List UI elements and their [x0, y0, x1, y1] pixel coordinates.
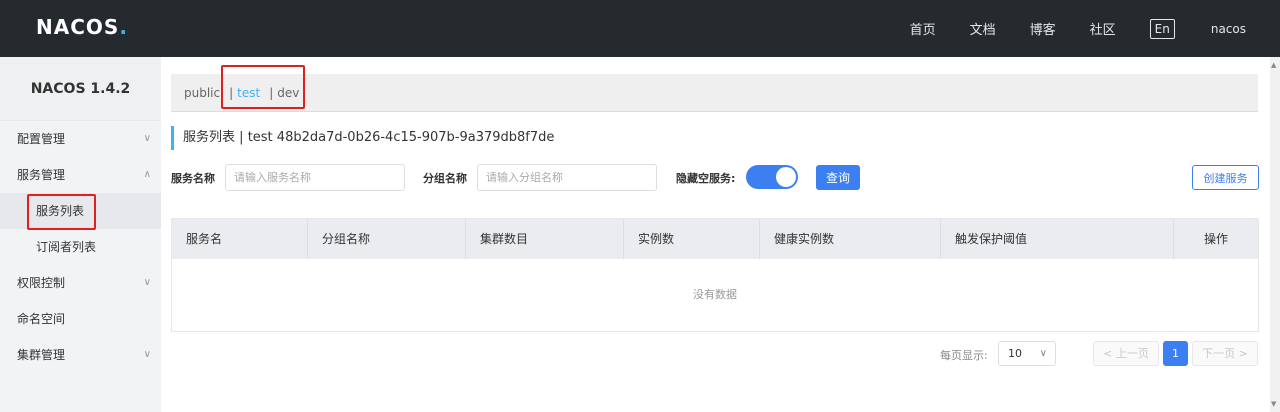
- namespace-name: test: [247, 130, 273, 145]
- column-header-service-name: 服务名: [172, 219, 308, 259]
- column-header-actions: 操作: [1203, 232, 1228, 246]
- logo-dot: .: [119, 15, 128, 39]
- scrollbar[interactable]: ▲ ▼: [1270, 57, 1280, 412]
- hide-empty-label: 隐藏空服务:: [676, 172, 736, 185]
- sidebar-item-label: 命名空间: [17, 312, 66, 326]
- sidebar-item-service-list[interactable]: 服务列表: [0, 193, 161, 229]
- page-title-separator: |: [239, 130, 244, 145]
- query-button[interactable]: 查询: [816, 165, 860, 190]
- sidebar-item-config-management[interactable]: 配置管理 ∨: [0, 121, 161, 157]
- column-header-cluster-count: 集群数目: [466, 219, 624, 259]
- sidebar-item-label: 配置管理: [17, 132, 66, 146]
- nav-community[interactable]: 社区: [1090, 19, 1116, 38]
- group-name-label: 分组名称: [423, 172, 467, 185]
- sidebar-title: NACOS 1.4.2: [0, 57, 161, 121]
- column-header-instance-count: 实例数: [624, 219, 760, 259]
- service-name-label: 服务名称: [171, 172, 215, 185]
- column-header-healthy-instance-count: 健康实例数: [760, 219, 941, 259]
- top-bar: NACOS. 首页 文档 博客 社区 En nacos: [0, 0, 1280, 57]
- sidebar-item-namespace[interactable]: 命名空间: [0, 301, 161, 337]
- namespace-bar: public | test | dev: [171, 74, 1258, 112]
- chevron-down-icon: ∨: [143, 277, 151, 288]
- nav-blog[interactable]: 博客: [1030, 19, 1056, 38]
- top-nav: 首页 文档 博客 社区 En nacos: [910, 0, 1280, 57]
- chevron-down-icon: ∨: [1039, 348, 1047, 359]
- sidebar-item-label: 权限控制: [17, 276, 66, 290]
- logo-text: NACOS: [36, 15, 120, 39]
- column-header-protect-threshold: 触发保护阈值: [941, 219, 1174, 259]
- sidebar-item-subscriber-list[interactable]: 订阅者列表: [0, 229, 161, 265]
- filter-row: 服务名称 分组名称 隐藏空服务: 查询 创建服务: [171, 164, 1259, 191]
- sidebar-item-label: 订阅者列表: [36, 240, 97, 254]
- sidebar-item-cluster-management[interactable]: 集群管理 ∨: [0, 337, 161, 373]
- chevron-up-icon: ∧: [143, 169, 151, 180]
- namespace-dev[interactable]: dev: [277, 86, 299, 100]
- sidebar-item-service-management[interactable]: 服务管理 ∧: [0, 157, 161, 193]
- scroll-down-icon[interactable]: ▼: [1271, 400, 1276, 408]
- create-service-button[interactable]: 创建服务: [1192, 165, 1259, 190]
- chevron-down-icon: ∨: [143, 349, 151, 360]
- nav-docs[interactable]: 文档: [970, 19, 996, 38]
- nav-home[interactable]: 首页: [910, 19, 936, 38]
- namespace-id: 48b2da7d-0b26-4c15-907b-9a379db8f7de: [276, 130, 555, 145]
- scroll-up-icon[interactable]: ▲: [1271, 61, 1276, 69]
- page-button-current[interactable]: 1: [1163, 341, 1188, 366]
- per-page-label: 每页显示:: [940, 349, 988, 362]
- namespace-separator: |: [229, 85, 234, 100]
- service-name-input[interactable]: [225, 164, 405, 191]
- sidebar: NACOS 1.4.2 配置管理 ∨ 服务管理 ∧ 服务列表 订阅者列表 权限控…: [0, 57, 161, 412]
- prev-page-button[interactable]: < 上一页: [1093, 341, 1159, 366]
- namespace-test[interactable]: test: [237, 86, 260, 100]
- nacos-logo[interactable]: NACOS.: [36, 14, 128, 40]
- user-name[interactable]: nacos: [1211, 22, 1246, 36]
- group-name-input[interactable]: [477, 164, 657, 191]
- table-empty-message: 没有数据: [693, 288, 737, 301]
- page-title-text: 服务列表: [183, 130, 236, 145]
- service-table: 服务名 分组名称 集群数目 实例数 健康实例数 触发保护阈值 操作 没有数据: [171, 218, 1259, 332]
- page-title: 服务列表 | test 48b2da7d-0b26-4c15-907b-9a37…: [171, 126, 554, 150]
- chevron-down-icon: ∨: [143, 133, 151, 144]
- toggle-knob: [776, 167, 796, 187]
- language-switch-button[interactable]: En: [1149, 18, 1175, 39]
- pagination: 每页显示: 10 ∨ < 上一页 1 下一页 >: [940, 341, 1260, 366]
- column-header-group-name: 分组名称: [308, 219, 466, 259]
- sidebar-item-label: 服务管理: [17, 168, 66, 182]
- table-header: 服务名 分组名称 集群数目 实例数 健康实例数 触发保护阈值 操作: [172, 219, 1258, 259]
- sidebar-item-label: 服务列表: [36, 204, 85, 218]
- per-page-select[interactable]: 10 ∨: [998, 341, 1056, 366]
- next-page-button[interactable]: 下一页 >: [1192, 341, 1258, 366]
- namespace-public[interactable]: public: [184, 86, 220, 100]
- per-page-value: 10: [1008, 347, 1022, 360]
- namespace-separator: |: [269, 85, 274, 100]
- hide-empty-toggle[interactable]: [746, 165, 798, 189]
- sidebar-item-access-control[interactable]: 权限控制 ∨: [0, 265, 161, 301]
- sidebar-item-label: 集群管理: [17, 348, 66, 362]
